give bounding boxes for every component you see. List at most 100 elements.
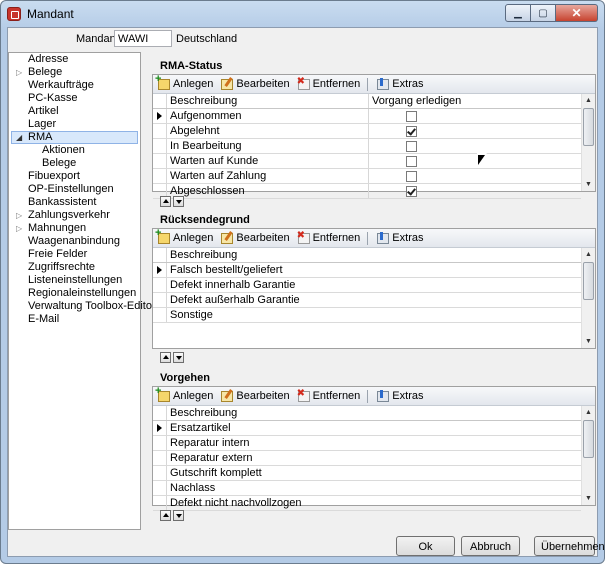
table-row[interactable]: Ersatzartikel (153, 421, 581, 436)
scroll-up-icon[interactable]: ▲ (582, 406, 595, 419)
sidebar-item[interactable]: Bankassistent (9, 196, 140, 209)
table-row[interactable]: Falsch bestellt/geliefert (153, 263, 581, 278)
row-indicator-header (153, 406, 167, 420)
maximize-button[interactable]: ▢ (531, 4, 556, 22)
sidebar-item-label: Waagenanbindung (28, 235, 120, 247)
sidebar-item[interactable]: ▷ Mahnungen (9, 222, 140, 235)
ruecksendegrund-remove-button[interactable]: Entfernen (295, 230, 364, 246)
sidebar-item[interactable]: Werkaufträge (9, 79, 140, 92)
apply-button[interactable]: Übernehmen (534, 536, 604, 556)
sidebar-item[interactable]: Freie Felder (9, 248, 140, 261)
expand-arrow-icon[interactable]: ◢ (16, 132, 22, 143)
table-row[interactable]: Sonstige (153, 308, 581, 323)
column-header-beschreibung[interactable]: Beschreibung (167, 94, 369, 108)
move-up-button[interactable] (160, 352, 171, 363)
sidebar-item[interactable]: Aktionen (9, 144, 140, 157)
ruecksendegrund-edit-button[interactable]: Bearbeiten (218, 230, 292, 246)
vorgang-checkbox[interactable] (406, 186, 417, 197)
title-bar[interactable]: Mandant ▁ ▢ ✕ (1, 1, 604, 27)
sidebar-item[interactable]: ▷ Belege (9, 66, 140, 79)
sidebar-item[interactable]: Fibuexport (9, 170, 140, 183)
rma-status-scrollbar[interactable]: ▲ ▼ (581, 94, 595, 191)
scroll-down-icon[interactable]: ▼ (582, 178, 595, 191)
sidebar-item[interactable]: Listeneinstellungen (9, 274, 140, 287)
table-row[interactable]: Defekt innerhalb Garantie (153, 278, 581, 293)
column-header-vorgang[interactable]: Vorgang erledigen (369, 94, 581, 108)
sidebar-item[interactable]: Belege (9, 157, 140, 170)
sidebar-item[interactable]: Lager (9, 118, 140, 131)
table-row[interactable]: Warten auf Zahlung (153, 169, 581, 184)
table-row[interactable]: Warten auf Kunde (153, 154, 581, 169)
table-row[interactable]: Abgelehnt (153, 124, 581, 139)
table-row[interactable]: Reparatur extern (153, 451, 581, 466)
ruecksendegrund-extras-button[interactable]: Extras (374, 230, 426, 246)
move-down-button[interactable] (173, 510, 184, 521)
rma-status-extras-button[interactable]: Extras (374, 76, 426, 92)
ruecksendegrund-scrollbar[interactable]: ▲ ▼ (581, 248, 595, 348)
table-row[interactable]: Nachlass (153, 481, 581, 496)
sidebar-item[interactable]: E-Mail (9, 313, 140, 326)
scroll-up-icon[interactable]: ▲ (582, 248, 595, 261)
vorgang-checkbox[interactable] (406, 126, 417, 137)
ok-button[interactable]: Ok (396, 536, 455, 556)
vorgang-checkbox[interactable] (406, 156, 417, 167)
sidebar-item[interactable]: Verwaltung Toolbox-Editor (9, 300, 156, 313)
sidebar-item[interactable]: Adresse (9, 53, 140, 66)
extras-icon (377, 389, 390, 402)
vorgehen-scrollbar[interactable]: ▲ ▼ (581, 406, 595, 505)
sidebar-item[interactable]: PC-Kasse (9, 92, 140, 105)
expand-arrow-icon[interactable]: ▷ (16, 222, 22, 235)
remove-icon (297, 230, 310, 244)
vorgehen-remove-button[interactable]: Entfernen (295, 388, 364, 404)
sidebar-item[interactable]: Regionaleinstellungen (9, 287, 140, 300)
scroll-down-icon[interactable]: ▼ (582, 492, 595, 505)
move-down-button[interactable] (173, 196, 184, 207)
sidebar-item[interactable]: OP-Einstellungen (9, 183, 140, 196)
rma-status-edit-button[interactable]: Bearbeiten (218, 76, 292, 92)
scroll-thumb[interactable] (583, 420, 594, 458)
minimize-button[interactable]: ▁ (505, 4, 531, 22)
table-row[interactable]: Defekt nicht nachvollzogen (153, 496, 581, 511)
vorgang-checkbox[interactable] (406, 111, 417, 122)
scroll-thumb[interactable] (583, 262, 594, 300)
ruecksendegrund-add-button[interactable]: Anlegen (155, 227, 216, 246)
move-down-button[interactable] (173, 352, 184, 363)
vorgang-checkbox[interactable] (406, 171, 417, 182)
sidebar-item[interactable]: ◢ RMA (11, 131, 138, 144)
mandant-window: Mandant ▁ ▢ ✕ Mandant Deutschland Adress… (0, 0, 605, 564)
expand-arrow-icon[interactable]: ▷ (16, 209, 22, 222)
rma-status-remove-button[interactable]: Entfernen (295, 76, 364, 92)
expand-arrow-icon[interactable]: ▷ (16, 66, 22, 79)
vorgehen-extras-button[interactable]: Extras (374, 388, 426, 404)
column-header-beschreibung[interactable]: Beschreibung (167, 248, 570, 262)
sidebar-item[interactable]: Artikel (9, 105, 140, 118)
vorgehen-add-button[interactable]: Anlegen (155, 385, 216, 404)
cancel-button[interactable]: Abbruch (461, 536, 520, 556)
row-description: Aufgenommen (167, 109, 369, 123)
table-row[interactable]: Aufgenommen (153, 109, 581, 124)
table-row[interactable]: Gutschrift komplett (153, 466, 581, 481)
table-row[interactable]: Reparatur intern (153, 436, 581, 451)
vorgehen-edit-button[interactable]: Bearbeiten (218, 388, 292, 404)
vorgang-checkbox[interactable] (406, 141, 417, 152)
sidebar-item[interactable]: Zugriffsrechte (9, 261, 140, 274)
row-description: Gutschrift komplett (170, 467, 262, 479)
mandant-field[interactable] (114, 30, 172, 47)
sidebar-item[interactable]: Waagenanbindung (9, 235, 140, 248)
move-up-button[interactable] (160, 510, 171, 521)
sidebar-item[interactable]: ▷ Zahlungsverkehr (9, 209, 140, 222)
column-header-beschreibung[interactable]: Beschreibung (167, 406, 570, 420)
row-indicator (153, 466, 167, 480)
sidebar-item-label: OP-Einstellungen (28, 183, 114, 195)
row-indicator (153, 263, 167, 277)
scroll-down-icon[interactable]: ▼ (582, 335, 595, 348)
row-indicator (153, 109, 167, 123)
table-row[interactable]: In Bearbeitung (153, 139, 581, 154)
table-row[interactable]: Defekt außerhalb Garantie (153, 293, 581, 308)
scroll-thumb[interactable] (583, 108, 594, 146)
scroll-up-icon[interactable]: ▲ (582, 94, 595, 107)
table-row[interactable]: Abgeschlossen (153, 184, 581, 199)
rma-status-add-button[interactable]: Anlegen (155, 73, 216, 92)
close-button[interactable]: ✕ (556, 4, 598, 22)
move-up-button[interactable] (160, 196, 171, 207)
